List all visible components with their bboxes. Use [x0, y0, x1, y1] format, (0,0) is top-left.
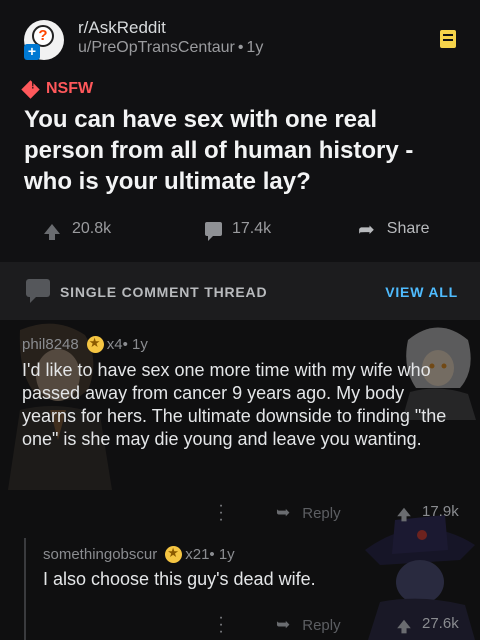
thread-label: SINGLE COMMENT THREAD [60, 284, 268, 300]
reply-label: Reply [302, 616, 341, 634]
reply-button[interactable]: ➥ Reply [276, 503, 341, 523]
comment-author[interactable]: phil8248 [22, 336, 79, 353]
bookmark-icon[interactable] [440, 30, 456, 48]
share-icon: ➦ [358, 218, 375, 241]
upvote-icon [44, 224, 60, 240]
comment-count: 17.4k [232, 220, 272, 237]
comment-actions: · · · ➥ Reply 27.6k [0, 610, 480, 640]
upvote-button[interactable]: 20.8k [44, 214, 111, 244]
comment-meta: phil8248 x4 • 1y [22, 335, 148, 353]
upvote-count: 20.8k [72, 220, 112, 237]
award-icon[interactable] [165, 545, 183, 563]
nsfw-tag: NSFW [21, 79, 94, 99]
subreddit-avatar-icon[interactable]: ? + [24, 20, 64, 60]
comments-section: phil8248 x4 • 1y I'd like to have sex on… [0, 320, 480, 640]
post-age: 1y [246, 39, 264, 56]
reply-icon: ➥ [276, 503, 291, 522]
comment-age: 1y [218, 546, 235, 563]
share-button[interactable]: ➦ Share [358, 214, 429, 244]
more-icon[interactable]: · · · [218, 610, 224, 640]
comment-meta: somethingobscur x21 • 1y [43, 545, 235, 563]
more-icon[interactable]: · · · [218, 498, 224, 528]
nsfw-icon [21, 79, 40, 99]
comment-upvote-button[interactable]: 27.6k [396, 615, 459, 633]
award-count: x21 [185, 546, 210, 563]
comment-actions: · · · ➥ Reply 17.9k [0, 498, 480, 528]
reply-icon: ➥ [276, 615, 291, 634]
comments-button[interactable]: 17.4k [205, 214, 271, 244]
post-author[interactable]: u/PreOpTransCentaur [78, 39, 235, 56]
comment-body: I'd like to have sex one more time with … [22, 360, 447, 449]
reply-label: Reply [302, 504, 341, 522]
reply-button[interactable]: ➥ Reply [276, 615, 341, 635]
meta-separator: • [237, 39, 244, 56]
nsfw-label: NSFW [46, 80, 94, 97]
share-label: Share [386, 220, 430, 237]
post-header: ? + r/AskReddit u/PreOpTransCentaur • 1y [24, 18, 464, 64]
view-all-link[interactable]: VIEW ALL [385, 284, 458, 300]
comment-upvote-button[interactable]: 17.9k [396, 503, 459, 521]
meta-separator: • [209, 546, 219, 563]
post-meta: u/PreOpTransCentaur • 1y [78, 39, 263, 57]
comment-icon [205, 222, 222, 241]
post-title[interactable]: You can have sex with one real person fr… [24, 104, 454, 197]
award-icon[interactable] [86, 335, 104, 353]
upvote-icon [397, 507, 411, 521]
join-plus-icon[interactable]: + [24, 44, 40, 60]
comment-score: 17.9k [422, 503, 459, 520]
thread-icon [26, 279, 50, 303]
comment-body: I also choose this guy's dead wife. [43, 569, 316, 589]
comment-author[interactable]: somethingobscur [43, 546, 157, 563]
subreddit-name[interactable]: r/AskReddit [78, 18, 166, 38]
comment-age: 1y [131, 336, 148, 353]
post-actions: 20.8k 17.4k ➦ Share [0, 214, 480, 244]
meta-separator: • [122, 336, 132, 353]
award-count: x4 [106, 336, 123, 353]
thread-bar: SINGLE COMMENT THREAD VIEW ALL [0, 262, 480, 320]
comment-score: 27.6k [422, 615, 459, 632]
upvote-icon [397, 619, 411, 633]
post-card: ? + r/AskReddit u/PreOpTransCentaur•1y N… [0, 0, 480, 262]
